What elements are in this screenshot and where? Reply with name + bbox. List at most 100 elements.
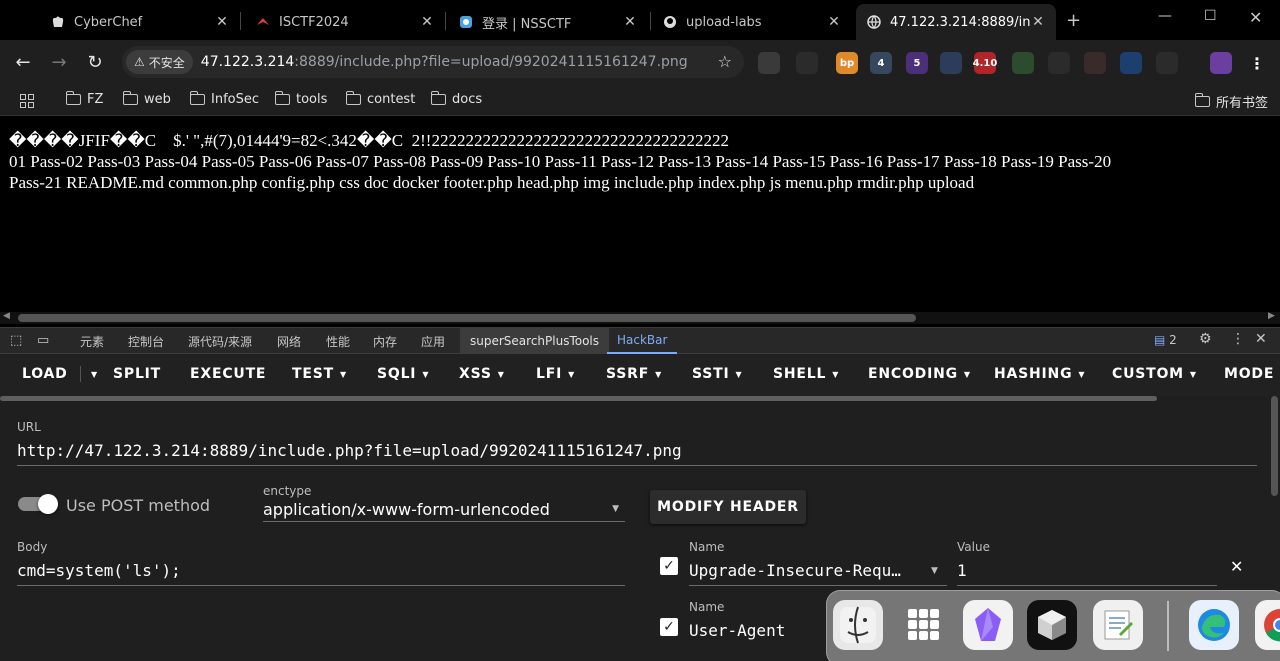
panel-vertical-scrollbar[interactable] <box>1271 396 1278 496</box>
devtools-tab-supersearch[interactable]: superSearchPlusTools <box>460 328 609 354</box>
header-name-label: Name <box>689 540 724 554</box>
badge-4-icon[interactable]: 4 <box>870 52 892 74</box>
inspect-element-icon[interactable]: ⬚ <box>10 333 22 348</box>
edge-icon[interactable] <box>1189 600 1239 650</box>
tab-upload-labs[interactable]: upload-labs ✕ <box>652 4 852 40</box>
body-field[interactable]: cmd=system('ls'); <box>17 561 617 580</box>
issues-icon[interactable]: ▤ 2 <box>1154 333 1177 347</box>
devtools-tab-performance[interactable]: 性能 <box>316 328 360 354</box>
devtools-tab-application[interactable]: 应用 <box>411 328 455 354</box>
bookmark-folder-web[interactable]: web <box>123 92 171 107</box>
devtools-tab-network[interactable]: 网络 <box>267 328 311 354</box>
header-name-field[interactable]: Upgrade-Insecure-Requ… <box>689 561 919 580</box>
maximize-icon[interactable]: ☐ <box>1204 8 1217 24</box>
ssrf-menu[interactable]: SSRF ▼ <box>606 366 662 382</box>
close-icon[interactable]: ✕ <box>622 14 638 30</box>
devtools-tab-sources[interactable]: 源代码/来源 <box>178 328 262 354</box>
settings-gear-icon[interactable]: ⚙ <box>1199 331 1212 347</box>
devtools-tab-console[interactable]: 控制台 <box>118 328 174 354</box>
network-icon[interactable] <box>1012 52 1034 74</box>
bookmark-folder-tools[interactable]: tools <box>275 92 327 107</box>
tab-isctf[interactable]: ISCTF2024 ✕ <box>245 4 445 40</box>
proxy-icon[interactable] <box>1120 52 1142 74</box>
post-method-toggle[interactable] <box>18 497 56 511</box>
header-value-field[interactable]: 1 <box>957 561 1207 580</box>
devtools-tab-memory[interactable]: 内存 <box>363 328 407 354</box>
apps-grid-icon[interactable] <box>20 94 34 108</box>
all-bookmarks-folder[interactable]: 所有书签 <box>1195 92 1268 111</box>
encoding-menu[interactable]: ENCODING ▼ <box>868 366 971 382</box>
browser-menu-icon[interactable]: ⋮ <box>1246 52 1268 74</box>
glasses-icon[interactable] <box>796 52 818 74</box>
close-devtools-icon[interactable]: ✕ <box>1255 331 1267 347</box>
security-chip[interactable]: ⚠ 不安全 <box>126 50 193 74</box>
split-button[interactable]: SPLIT <box>113 366 161 382</box>
bookmark-folder-fz[interactable]: FZ <box>66 92 103 107</box>
bookmark-folder-infosec[interactable]: InfoSec <box>190 92 259 107</box>
more-vertical-icon[interactable]: ⋮ <box>1231 331 1245 347</box>
profile-icon[interactable] <box>1210 52 1232 74</box>
custom-menu[interactable]: CUSTOM ▼ <box>1112 366 1197 382</box>
puzzle-icon[interactable] <box>1156 52 1178 74</box>
device-toolbar-icon[interactable]: ▭ <box>37 333 49 348</box>
devtools-tab-hackbar[interactable]: HackBar <box>607 328 677 354</box>
remove-header-icon[interactable]: ✕ <box>1230 557 1243 576</box>
badge-5-icon[interactable]: 5 <box>906 52 928 74</box>
url-text[interactable]: 47.122.3.214:8889/include.php?file=uploa… <box>201 54 688 70</box>
notepad-icon[interactable] <box>1093 600 1143 650</box>
back-arrow-icon[interactable]: ← <box>11 52 35 73</box>
shell-menu[interactable]: SHELL ▼ <box>773 366 839 382</box>
launchpad-icon[interactable] <box>899 600 949 650</box>
hackbar-menu: LOAD ▼ SPLIT EXECUTE TEST ▼ SQLI ▼ XSS ▼ LF… <box>0 354 1280 396</box>
close-icon[interactable]: ✕ <box>826 14 842 30</box>
load-button[interactable]: LOAD <box>22 366 68 382</box>
horizontal-scrollbar[interactable]: ◀ ▶ <box>0 312 1280 324</box>
menu-horizontal-scrollbar[interactable] <box>0 396 1157 401</box>
scrollbar-thumb[interactable] <box>18 314 916 322</box>
obsidian-icon[interactable] <box>963 600 1013 650</box>
lfi-menu[interactable]: LFI ▼ <box>536 366 575 382</box>
ssti-menu[interactable]: SSTI ▼ <box>692 366 742 382</box>
header-name-field[interactable]: User-Agent <box>689 621 819 640</box>
load-dropdown-caret[interactable]: ▼ <box>80 366 98 382</box>
scroll-right-arrow-icon[interactable]: ▶ <box>1268 311 1275 321</box>
finder-icon[interactable] <box>833 600 883 650</box>
execute-button[interactable]: EXECUTE <box>190 366 266 382</box>
bookmark-folder-docs[interactable]: docs <box>431 92 482 107</box>
header-enabled-checkbox[interactable]: ✓ <box>660 557 678 575</box>
chrome-icon[interactable] <box>1255 600 1280 650</box>
hashing-menu[interactable]: HASHING ▼ <box>994 366 1085 382</box>
close-icon[interactable]: ✕ <box>419 14 435 30</box>
test-menu[interactable]: TEST ▼ <box>292 366 347 382</box>
close-icon[interactable]: ✕ <box>1030 14 1046 30</box>
button-label: TEST <box>292 366 334 382</box>
modify-header-button[interactable]: MODIFY HEADER <box>650 490 806 524</box>
minimize-icon[interactable]: — <box>1158 8 1172 24</box>
scroll-left-arrow-icon[interactable]: ◀ <box>3 311 10 321</box>
xss-menu[interactable]: XSS ▼ <box>459 366 505 382</box>
figure-icon[interactable] <box>940 52 962 74</box>
tab-cyberchef[interactable]: CyberChef ✕ <box>40 4 240 40</box>
cube-icon[interactable] <box>1027 600 1077 650</box>
clipboard-icon[interactable] <box>1048 52 1070 74</box>
close-icon[interactable]: ✕ <box>214 14 230 30</box>
dropdown-arrow-icon[interactable]: ▼ <box>931 566 938 576</box>
header-enabled-checkbox[interactable]: ✓ <box>660 618 678 636</box>
play-icon[interactable] <box>758 52 780 74</box>
devtools-tab-elements[interactable]: 元素 <box>70 328 114 354</box>
address-bar[interactable]: ⚠ 不安全 47.122.3.214:8889/include.php?file… <box>122 46 744 78</box>
version-icon[interactable]: 4.10 <box>974 52 996 74</box>
bookmark-folder-contest[interactable]: contest <box>346 92 415 107</box>
burp-icon[interactable]: bp <box>836 52 858 74</box>
forward-arrow-icon[interactable]: → <box>47 52 71 73</box>
tab-active-page[interactable]: 47.122.3.214:8889/inclu ✕ <box>856 4 1056 40</box>
new-tab-plus-icon[interactable]: + <box>1066 10 1081 31</box>
tab-nssctf[interactable]: 登录 | NSSCTF ✕ <box>448 4 648 40</box>
url-field[interactable]: http://47.122.3.214:8889/include.php?fil… <box>17 441 1255 460</box>
window-close-icon[interactable]: ✕ <box>1249 8 1262 27</box>
bookmark-star-icon[interactable]: ☆ <box>718 52 732 71</box>
sqli-menu[interactable]: SQLI ▼ <box>377 366 429 382</box>
translate-icon[interactable] <box>1084 52 1106 74</box>
mode-menu[interactable]: MODE <box>1224 366 1274 382</box>
reload-icon[interactable]: ↻ <box>83 52 107 73</box>
